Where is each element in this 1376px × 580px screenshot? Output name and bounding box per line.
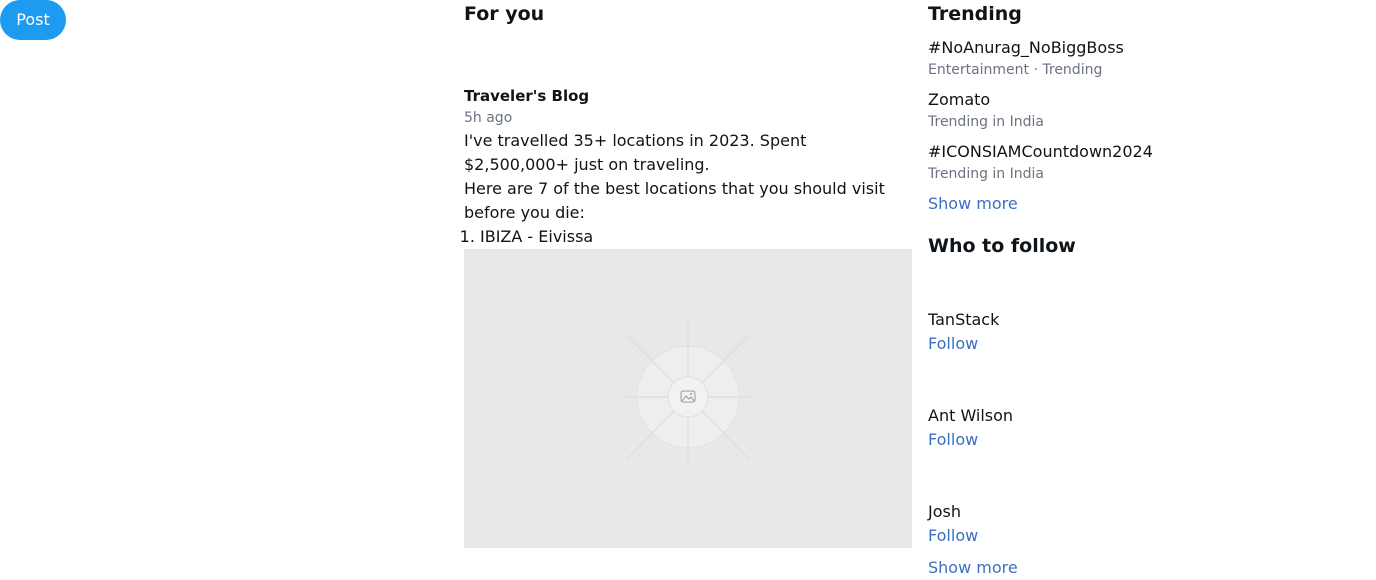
trend-meta: Entertainment · Trending [928, 62, 1103, 78]
follow-button[interactable]: Follow [928, 525, 978, 547]
who-to-follow-title: Who to follow [928, 235, 1076, 257]
post-body: I've travelled 35+ locations in 2023. Sp… [464, 129, 912, 249]
post-list: IBIZA - Eivissa [464, 225, 912, 249]
trend-name: #ICONSIAMCountdown2024 [928, 142, 1153, 161]
post-list-item: IBIZA - Eivissa [480, 225, 912, 249]
follow-button[interactable]: Follow [928, 429, 978, 451]
trend-item[interactable]: Zomato Trending in India [928, 89, 1044, 133]
trend-meta: Trending in India [928, 114, 1044, 130]
follow-suggestion-name[interactable]: Josh [928, 501, 961, 523]
post-author[interactable]: Traveler's Blog [464, 85, 912, 107]
post-media[interactable] [464, 249, 912, 548]
trending-title: Trending [928, 3, 1022, 25]
who-to-follow-show-more-link[interactable]: Show more [928, 557, 1018, 579]
post-button[interactable]: Post [0, 0, 66, 40]
follow-suggestion-name[interactable]: TanStack [928, 309, 999, 331]
trending-show-more-link[interactable]: Show more [928, 193, 1018, 215]
trend-meta: Trending in India [928, 166, 1044, 182]
post-text-line: Here are 7 of the best locations that yo… [464, 179, 885, 222]
post-text-line: I've travelled 35+ locations in 2023. Sp… [464, 131, 807, 174]
follow-suggestion-name[interactable]: Ant Wilson [928, 405, 1013, 427]
follow-button[interactable]: Follow [928, 333, 978, 355]
post[interactable]: Traveler's Blog 5h ago I've travelled 35… [464, 85, 912, 548]
trend-name: #NoAnurag_NoBiggBoss [928, 38, 1124, 57]
image-placeholder-icon [624, 319, 754, 464]
trend-name: Zomato [928, 90, 991, 109]
trend-item[interactable]: #NoAnurag_NoBiggBoss Entertainment · Tre… [928, 37, 1124, 81]
trend-item[interactable]: #ICONSIAMCountdown2024 Trending in India [928, 141, 1153, 185]
feed-title: For you [464, 3, 545, 25]
post-timestamp: 5h ago [464, 110, 513, 126]
